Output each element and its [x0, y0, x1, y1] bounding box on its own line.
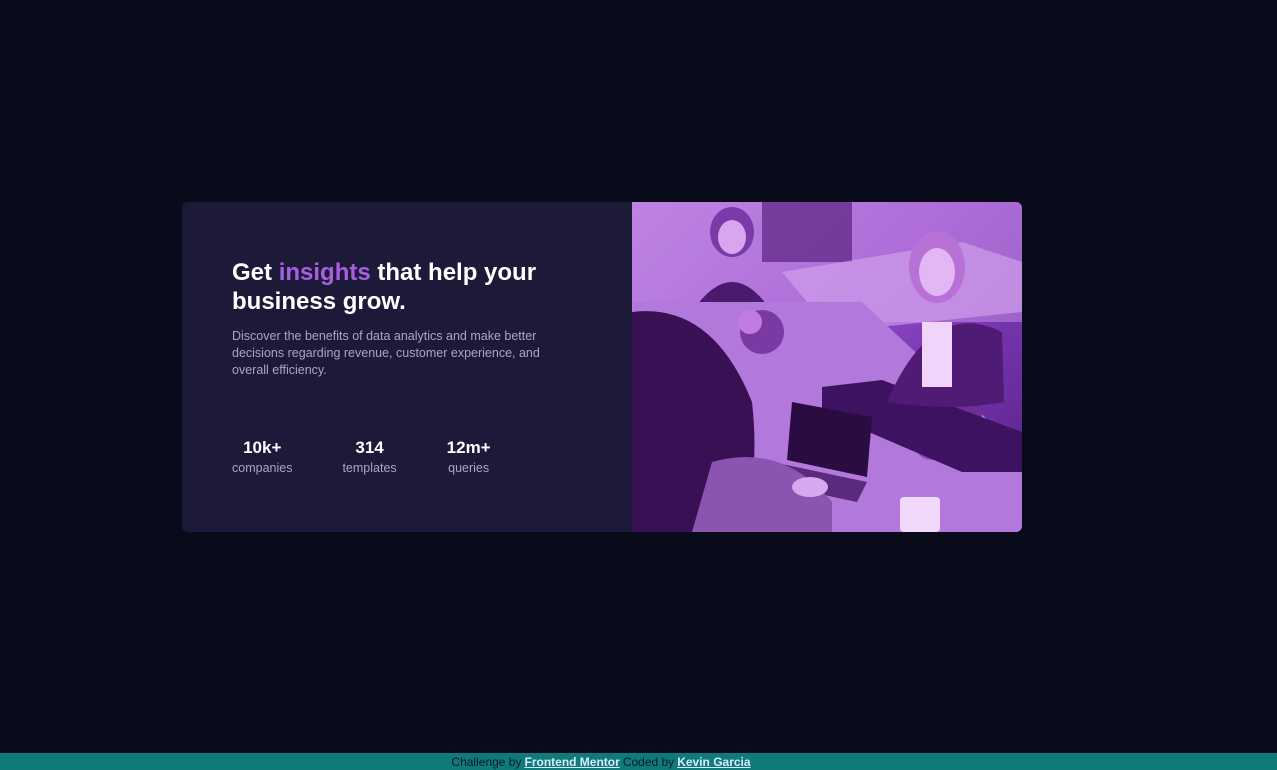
footer-prefix: Challenge by [451, 754, 522, 769]
stat-value: 12m+ [446, 438, 491, 457]
stat-queries: 12m+ queries [447, 438, 491, 476]
stat-label: templates [342, 461, 397, 475]
card-headline: Get insights that help your business gro… [232, 258, 562, 316]
footer-middle: Coded by [622, 754, 675, 769]
card-description: Discover the benefits of data analytics … [232, 329, 540, 377]
stats-preview-card: Get insights that help your business gro… [182, 202, 1022, 532]
attribution-footer: Challenge by Frontend Mentor Coded by Kevin… [0, 753, 1277, 770]
stat-label: companies [232, 461, 293, 475]
stat-value: 10k+ [243, 438, 282, 457]
office-photo-illustration [632, 202, 1022, 532]
card-text-section: Get insights that help your business gro… [182, 202, 632, 532]
stat-label: queries [448, 461, 490, 475]
headline-start: Get [232, 259, 279, 286]
author-link[interactable]: Kevin Garcia [677, 755, 750, 769]
stats-row: 10k+ companies 314 templates 12m+ querie… [232, 438, 491, 476]
stat-templates: 314 templates [342, 438, 396, 476]
headline-accent: insights [278, 259, 371, 286]
stat-value: 314 [355, 438, 384, 457]
header-image [632, 202, 1022, 532]
frontend-mentor-link[interactable]: Frontend Mentor [524, 755, 619, 769]
stat-companies: 10k+ companies [232, 438, 292, 476]
